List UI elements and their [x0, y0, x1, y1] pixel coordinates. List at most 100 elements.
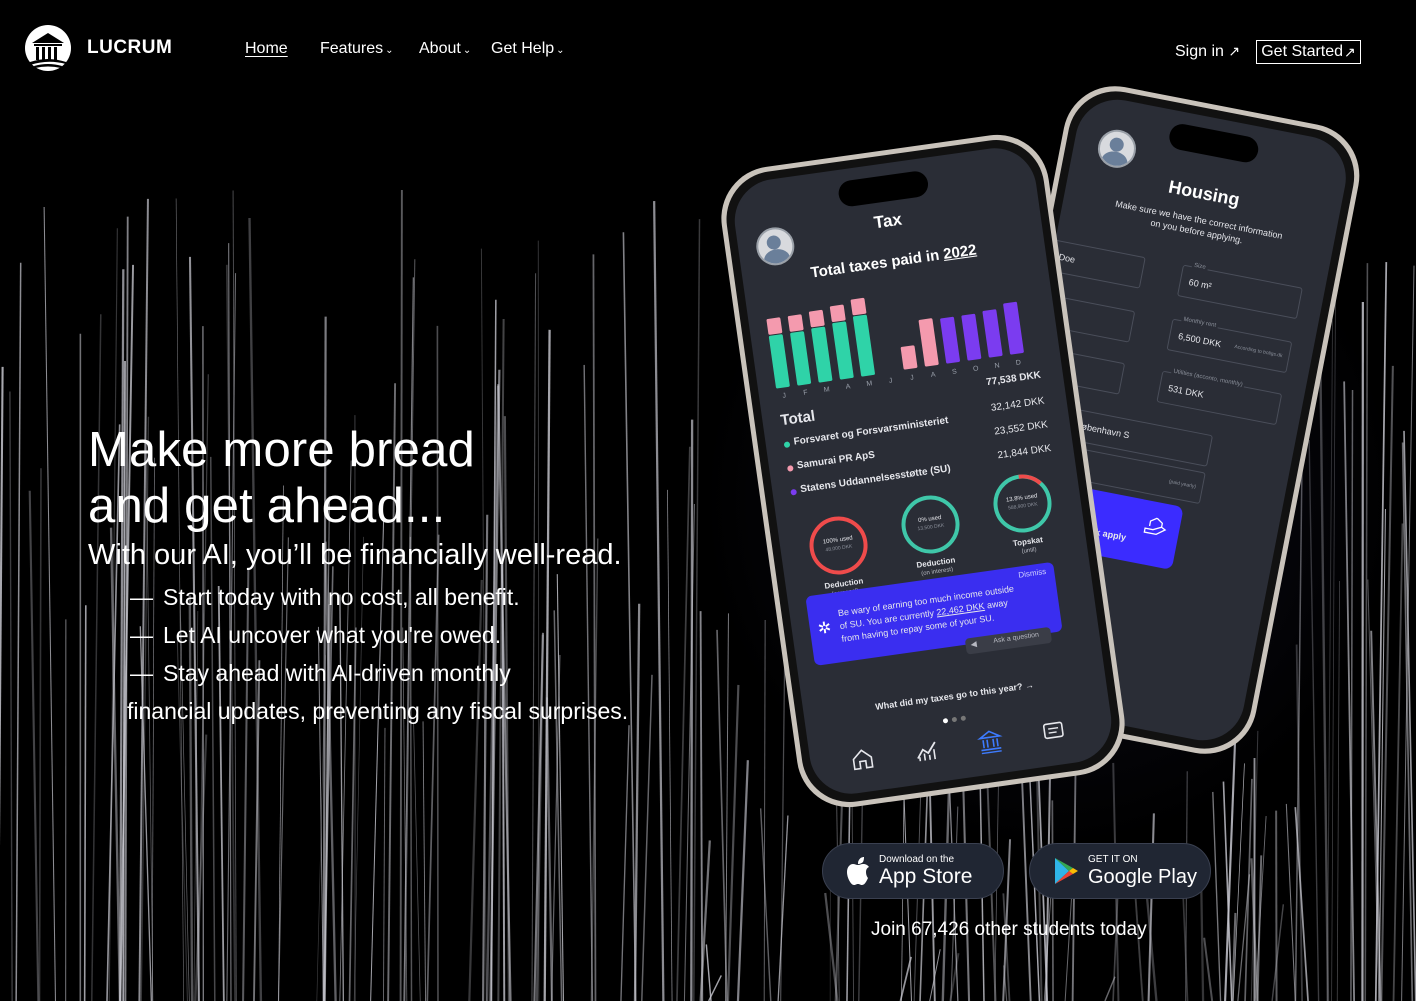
row-dot — [783, 441, 791, 449]
light-ray — [1203, 937, 1214, 1001]
light-ray — [531, 273, 537, 1001]
light-ray — [83, 605, 87, 1001]
chart-bar-segment — [850, 297, 867, 316]
field-value: 531 DKK — [1167, 383, 1205, 400]
total-value: 77,538 DKK — [985, 369, 1042, 389]
home-icon[interactable] — [849, 747, 876, 772]
send-icon: ◀ — [969, 639, 978, 650]
nav-features-label: Features — [320, 40, 384, 57]
arrow-up-right-icon: ↗ — [1228, 43, 1241, 59]
arrow-right-icon: → — [1024, 679, 1035, 691]
chevron-down-icon: ⌄ — [556, 45, 565, 56]
google-play-badge[interactable]: GET IT ON Google Play — [1029, 843, 1211, 899]
nav-features-menu[interactable]: Features ⌄ — [320, 40, 394, 58]
chart-bar-segment — [808, 309, 825, 328]
field-note: (paid yearly) — [1168, 478, 1197, 491]
light-ray — [383, 727, 386, 1001]
housing-field[interactable]: Utilities (acconto, monthly) 531 DKK — [1156, 368, 1283, 426]
light-ray — [699, 611, 704, 1001]
chart-bar-segment — [790, 331, 812, 386]
app-store-badge[interactable]: Download on the App Store — [822, 843, 1004, 899]
light-ray — [1392, 523, 1404, 1001]
brand-name: LUCRUM — [87, 37, 173, 58]
chart-bar-segment — [787, 314, 804, 332]
light-ray — [0, 366, 4, 848]
light-ray — [705, 944, 712, 1001]
nav-help-label: Get Help — [491, 40, 555, 57]
hero-title-line2: and get ahead... — [88, 479, 446, 533]
light-ray — [759, 808, 772, 1001]
light-ray — [9, 391, 13, 1001]
bullet-dash: — — [130, 660, 153, 686]
nav-get-help-menu[interactable]: Get Help ⌄ — [491, 40, 565, 58]
google-play-small: GET IT ON — [1088, 853, 1138, 865]
chart-icon[interactable] — [913, 738, 940, 763]
chart-month-label: M — [823, 386, 830, 394]
brand-logo[interactable]: LUCRUM — [24, 24, 172, 72]
taxes-breakdown-label: What did my taxes go to this year? — [874, 681, 1024, 712]
nav-home-link[interactable]: Home — [245, 40, 288, 58]
chart-bar-segment — [900, 345, 918, 370]
chart-bar-segment — [940, 316, 960, 364]
light-ray — [543, 329, 551, 1001]
light-ray — [1134, 890, 1144, 1001]
app-store-text: Download on the App Store — [879, 854, 972, 889]
hero-title: Make more bread and get ahead... — [88, 422, 475, 534]
app-store-small: Download on the — [879, 853, 955, 865]
light-ray — [1212, 791, 1222, 1001]
app-store-big: App Store — [879, 864, 973, 888]
chart-bar-segment — [811, 326, 833, 383]
light-ray — [188, 595, 194, 1001]
bullet-dash: — — [130, 584, 153, 610]
google-play-icon — [1055, 858, 1078, 884]
get-started-button[interactable]: Get Started ↗ — [1256, 40, 1361, 64]
light-ray — [653, 201, 665, 1001]
chart-bar-segment — [918, 318, 939, 367]
dynamic-island — [836, 169, 930, 208]
chart-month-label: F — [803, 389, 808, 397]
light-ray — [1200, 885, 1205, 1001]
nav-about-menu[interactable]: About ⌄ — [419, 40, 471, 58]
dismiss-button[interactable]: Dismiss — [1018, 567, 1047, 580]
google-play-big: Google Play — [1088, 865, 1197, 888]
bullet-text: Start today with no cost, all benefit. — [163, 584, 520, 610]
light-ray — [38, 468, 42, 1001]
bullet-text: Let AI uncover what you're owed. — [163, 622, 502, 648]
bank-building-logo-icon — [25, 25, 71, 71]
chart-month-label: D — [1015, 359, 1021, 367]
light-ray — [1232, 763, 1245, 1001]
row-value: 32,142 DKK — [990, 395, 1046, 414]
chart-bar-segment — [829, 304, 846, 323]
housing-field[interactable]: Monthly rent 6,500 DKK According to boligs… — [1166, 316, 1293, 374]
chart-bar-segment — [1003, 301, 1024, 355]
housing-field[interactable]: Size 60 m² — [1176, 262, 1303, 320]
chat-icon[interactable] — [1041, 720, 1066, 743]
light-ray — [422, 721, 426, 1001]
bank-icon[interactable] — [976, 727, 1005, 756]
light-ray — [91, 314, 102, 1001]
chart-bar-segment — [853, 314, 875, 377]
join-students-text: Join 67,426 other students today — [871, 919, 1147, 940]
bullet-dash: — — [130, 622, 153, 648]
light-ray — [1374, 262, 1388, 1001]
tax-heading-prefix: Total taxes paid in — [809, 246, 941, 282]
chevron-down-icon: ⌄ — [385, 45, 394, 56]
light-ray — [583, 364, 594, 1001]
sign-in-link[interactable]: Sign in ↗ — [1175, 43, 1240, 61]
apple-logo-icon — [847, 857, 869, 885]
light-ray — [633, 603, 641, 1001]
light-ray — [622, 232, 637, 1001]
light-ray — [1271, 904, 1285, 1001]
chart-bar-segment — [768, 334, 790, 389]
field-label: Monthly rent — [1181, 316, 1219, 330]
chart-bar-segment — [766, 317, 783, 335]
hero-title-line1: Make more bread — [88, 423, 476, 477]
field-label: Size — [1191, 262, 1209, 272]
light-ray — [725, 613, 729, 1001]
chart-month-label: J — [782, 392, 786, 399]
hero-bullet: — Let AI uncover what you're owed. — [130, 622, 501, 649]
deduction-ring: 0% used 13,500 DKK Deduction (on interest) — [894, 488, 970, 586]
light-ray — [676, 446, 691, 1001]
nav-about-label: About — [419, 40, 461, 57]
light-ray — [690, 419, 694, 1001]
